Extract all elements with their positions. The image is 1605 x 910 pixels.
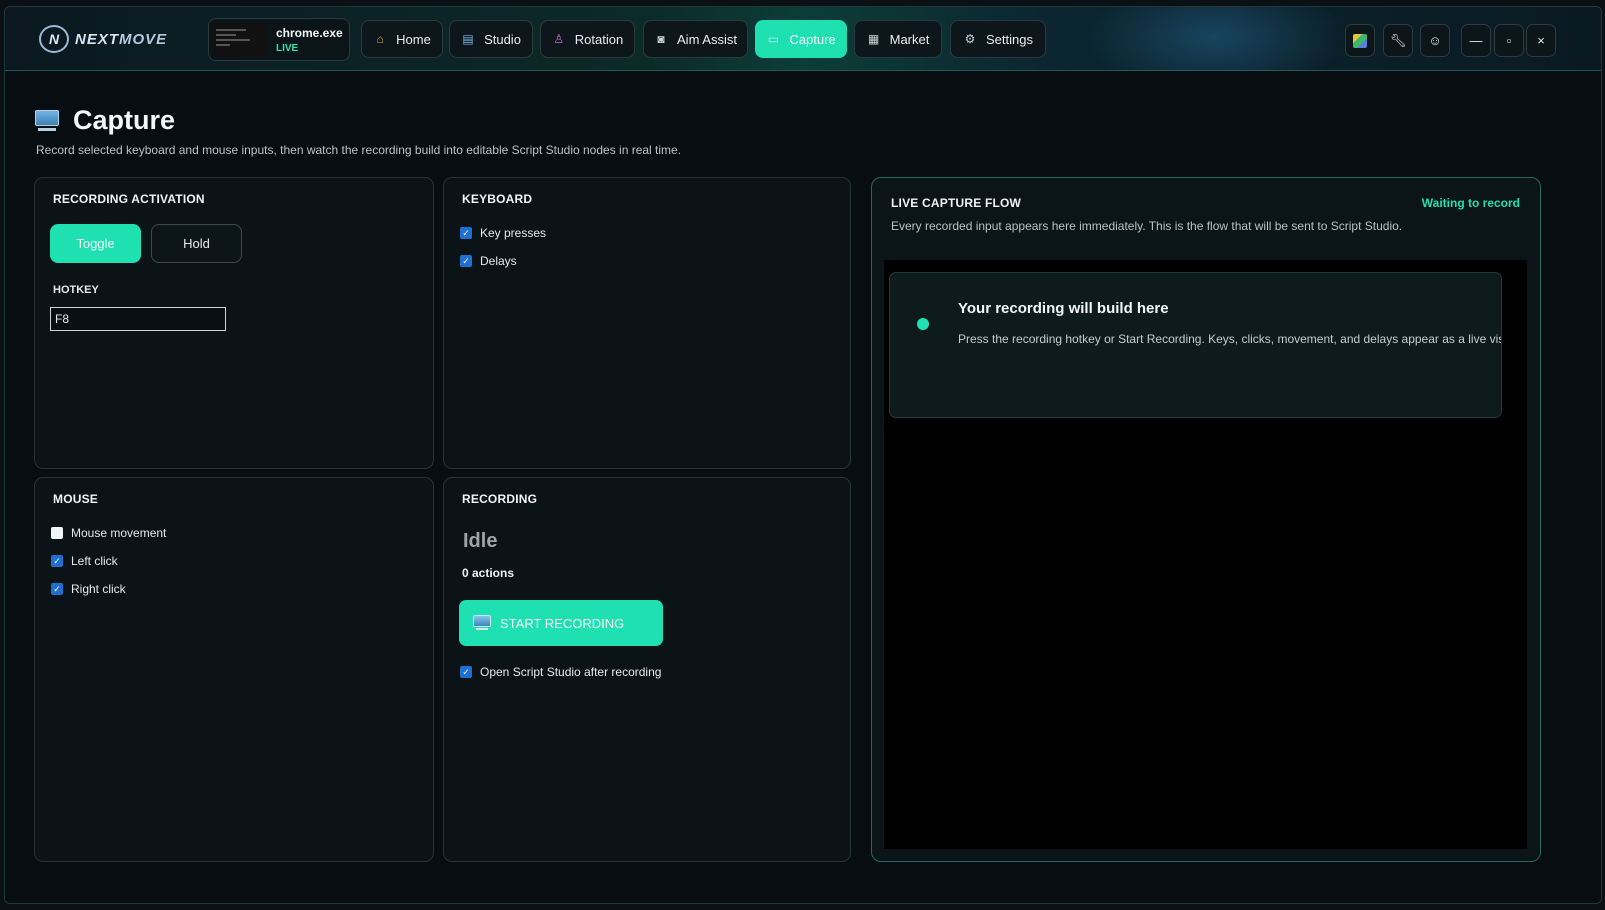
checkbox-checked[interactable]: ✓ [460,666,472,678]
hold-mode-button[interactable]: Hold [151,224,242,263]
camera-icon: ◙ [657,32,665,46]
maximize-button[interactable]: ▫ [1494,24,1524,57]
card-title: RECORDING [462,492,538,506]
target-process-selector[interactable]: chrome.exe LIVE [208,18,350,61]
tab-capture[interactable]: ▭ Capture [755,20,847,58]
tab-market[interactable]: ▦ Market [854,20,942,58]
status-dot-icon [917,318,929,330]
account-button[interactable]: ☺ [1420,24,1450,57]
page-header: Capture [35,105,175,136]
palette-icon [1353,33,1367,48]
page-title: Capture [73,105,176,135]
tab-rotation[interactable]: ♙ Rotation [540,20,635,58]
mouse-movement-option[interactable]: Mouse movement [51,526,166,540]
status-badge: Waiting to record [1421,196,1520,210]
process-name: chrome.exe [276,25,343,40]
page-content: Capture Record selected keyboard and mou… [5,71,1601,903]
empty-state: Your recording will build here Press the… [889,272,1502,418]
recording-activation-card: RECORDING ACTIVATION Toggle Hold HOTKEY [34,177,434,469]
delays-option[interactable]: ✓ Delays [460,254,517,268]
joystick-icon: ♙ [553,32,565,46]
open-studio-option[interactable]: ✓ Open Script Studio after recording [460,665,661,679]
mouse-card: MOUSE Mouse movement ✓ Left click ✓ Righ… [34,477,434,862]
right-click-option[interactable]: ✓ Right click [51,582,126,596]
market-icon: ▦ [867,32,880,46]
flow-canvas[interactable]: Your recording will build here Press the… [884,260,1527,849]
gear-icon: ⚙ [964,32,976,46]
close-icon: × [1537,33,1545,48]
checkbox-checked[interactable]: ✓ [51,555,63,567]
tab-home[interactable]: ⌂ Home [361,20,443,58]
hotkey-input[interactable] [50,307,226,331]
tab-settings[interactable]: ⚙ Settings [950,20,1046,58]
card-title: LIVE CAPTURE FLOW [891,196,1022,210]
tab-aim-assist[interactable]: ◙ Aim Assist [643,20,748,58]
action-count: 0 actions [462,566,515,580]
logo-icon: N [39,25,69,53]
checkbox-unchecked[interactable] [51,527,63,539]
process-status: LIVE [276,42,299,54]
empty-state-title: Your recording will build here [958,300,1169,317]
minimize-icon: — [1469,33,1483,48]
card-title: RECORDING ACTIVATION [53,192,205,206]
flow-description: Every recorded input appears here immedi… [891,219,1403,233]
empty-state-description: Press the recording hotkey or Start Reco… [958,332,1502,346]
top-bar: N NEXTMOVE chrome.exe LIVE ⌂ Home ▤ Stud… [5,7,1601,97]
home-icon: ⌂ [376,32,384,46]
left-click-option[interactable]: ✓ Left click [51,554,118,568]
recording-card: RECORDING Idle 0 actions START RECORDING… [443,477,851,862]
minimize-button[interactable]: — [1461,24,1491,57]
logo-text: NEXTMOVE [75,30,168,48]
app-window: N NEXTMOVE chrome.exe LIVE ⌂ Home ▤ Stud… [4,6,1602,904]
page-subtitle: Record selected keyboard and mouse input… [36,143,682,157]
start-recording-button[interactable]: START RECORDING [459,600,663,646]
tab-studio[interactable]: ▤ Studio [449,20,533,58]
app-logo: N NEXTMOVE [39,25,167,53]
maximize-icon: ▫ [1506,33,1512,48]
tools-button[interactable]: 🔧︎ [1383,24,1413,57]
checkbox-checked[interactable]: ✓ [460,227,472,239]
recording-state: Idle [463,530,498,552]
monitor-icon [35,109,59,132]
wrench-icon: 🔧︎ [1389,32,1407,48]
live-capture-flow-card: LIVE CAPTURE FLOW Waiting to record Ever… [871,177,1541,862]
close-button[interactable]: × [1526,24,1556,57]
user-icon: ☺ [1428,33,1442,48]
hotkey-label: HOTKEY [53,284,99,296]
process-thumbnail [212,22,268,57]
keyboard-card: KEYBOARD ✓ Key presses ✓ Delays [443,177,851,469]
studio-icon: ▤ [462,32,474,46]
monitor-icon [473,615,491,631]
checkbox-checked[interactable]: ✓ [460,255,472,267]
monitor-icon: ▭ [767,32,780,46]
card-title: MOUSE [53,492,99,506]
key-presses-option[interactable]: ✓ Key presses [460,226,546,240]
checkbox-checked[interactable]: ✓ [51,583,63,595]
card-title: KEYBOARD [462,192,533,206]
theme-button[interactable] [1345,24,1375,57]
toggle-mode-button[interactable]: Toggle [50,224,141,263]
